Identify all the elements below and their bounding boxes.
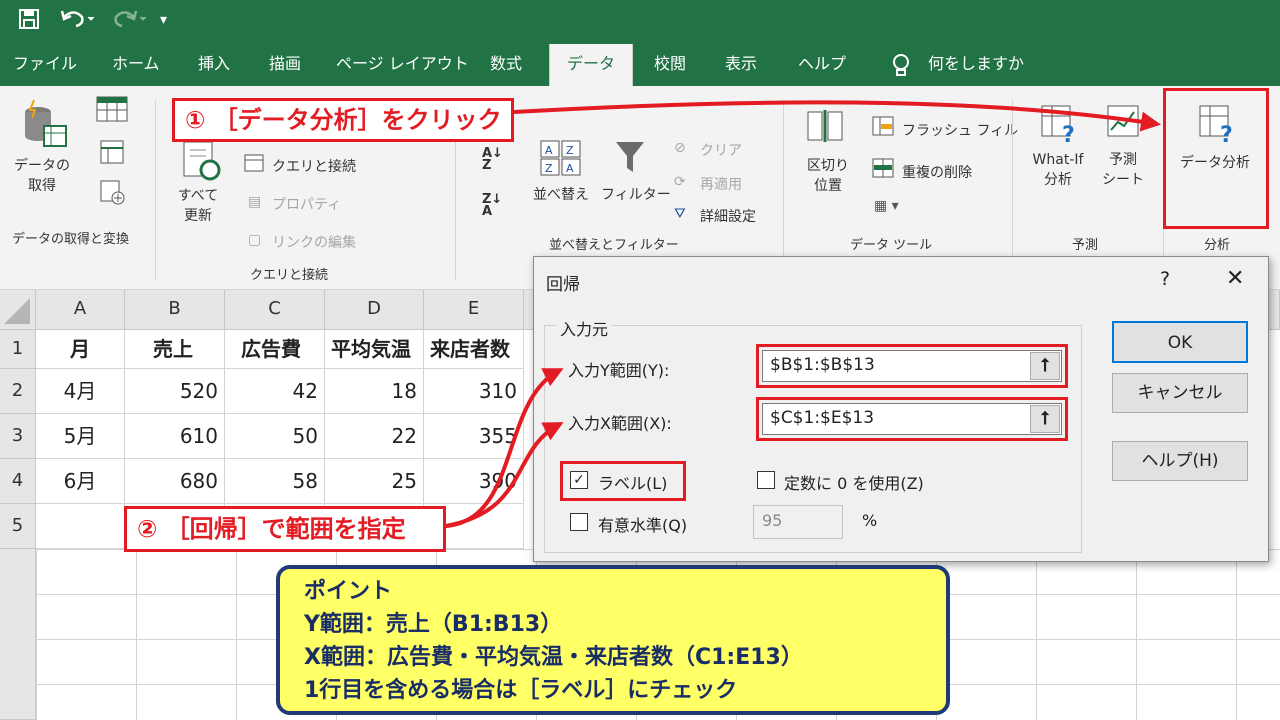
step1-callout: ① ［データ分析］をクリック bbox=[172, 98, 514, 142]
point-note: ポイント Y範囲：売上（B1:B13） X範囲：広告費・平均気温・来店者数（C1… bbox=[276, 565, 950, 715]
point-line-labels: 1行目を含める場合は［ラベル］にチェック bbox=[304, 678, 738, 703]
point-title: ポイント bbox=[304, 579, 393, 604]
step2-callout: ② ［回帰］で範囲を指定 bbox=[124, 506, 446, 552]
point-line-x-range: X範囲：広告費・平均気温・来店者数（C1:E13） bbox=[304, 645, 803, 670]
point-line-y-range: Y範囲：売上（B1:B13） bbox=[304, 612, 563, 637]
